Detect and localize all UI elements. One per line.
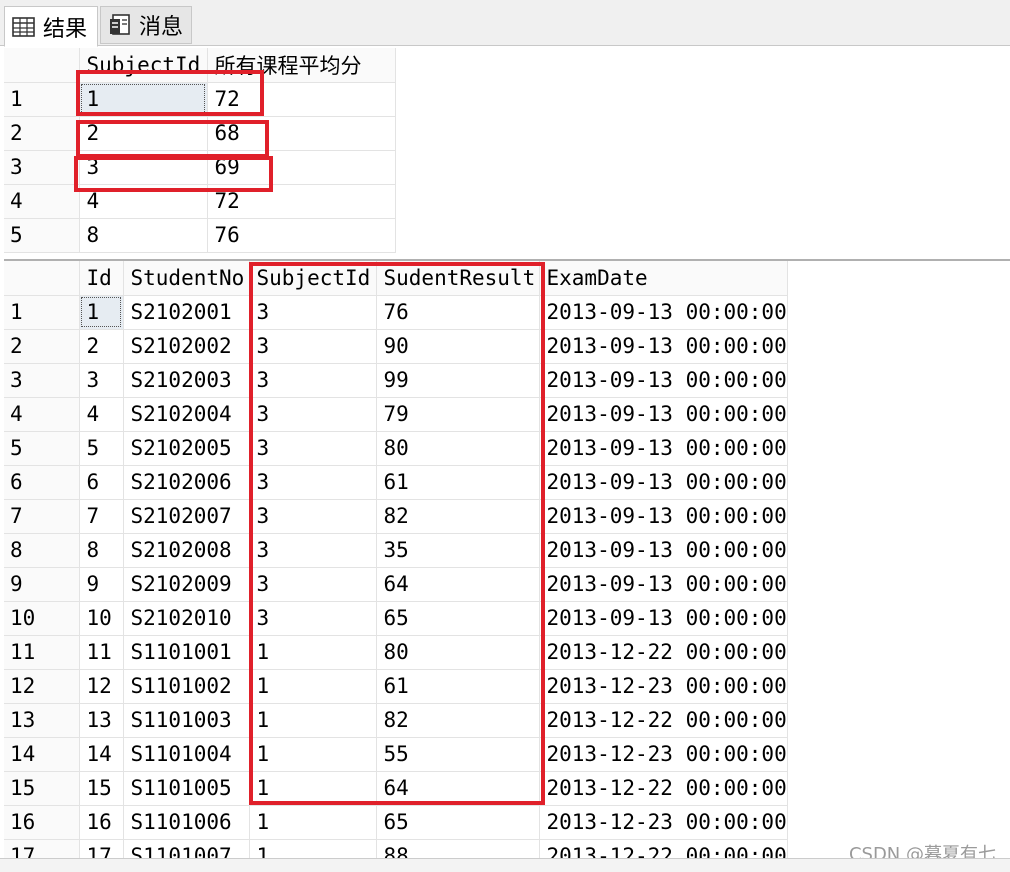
table-cell[interactable]: 2013-09-13 00:00:00 — [539, 363, 788, 398]
table-cell[interactable]: 14 — [79, 737, 124, 772]
row-number[interactable]: 16 — [4, 805, 80, 840]
tab-results-label: 结果 — [43, 16, 88, 42]
table-cell[interactable]: 2013-09-13 00:00:00 — [539, 601, 788, 636]
table-cell[interactable]: 2013-09-13 00:00:00 — [539, 329, 788, 364]
table-cell[interactable]: S1101005 — [123, 771, 250, 806]
table-cell[interactable]: 17 — [79, 839, 124, 858]
table-cell[interactable]: S2102009 — [123, 567, 250, 602]
highlight-box — [249, 262, 545, 805]
table-cell[interactable]: 11 — [79, 635, 124, 670]
table-cell[interactable]: 2013-12-23 00:00:00 — [539, 669, 788, 704]
table-cell[interactable]: 2013-12-23 00:00:00 — [539, 737, 788, 772]
table-cell[interactable]: 1 — [249, 839, 377, 858]
table-cell[interactable]: S1101007 — [123, 839, 250, 858]
table-cell[interactable]: 2013-12-22 00:00:00 — [539, 839, 788, 858]
table-cell[interactable]: 2013-09-13 00:00:00 — [539, 431, 788, 466]
table-cell[interactable]: S2102008 — [123, 533, 250, 568]
row-number[interactable]: 1 — [4, 82, 80, 117]
highlight-box — [74, 156, 273, 192]
messages-icon — [107, 13, 133, 37]
row-number[interactable]: 7 — [4, 499, 80, 534]
row-number-header — [4, 261, 80, 296]
table-cell[interactable]: 3 — [79, 363, 124, 398]
row-number[interactable]: 5 — [4, 218, 80, 253]
table-cell[interactable]: 1 — [249, 805, 377, 840]
result-tab-bar: 结果 消息 — [0, 0, 1010, 47]
column-header[interactable]: StudentNo — [123, 261, 250, 296]
column-header[interactable]: ExamDate — [539, 261, 788, 296]
row-number[interactable]: 14 — [4, 737, 80, 772]
table-row[interactable]: 16 16 S1101006 1 65 2013-12-23 00:00:00 — [4, 805, 788, 840]
table-cell[interactable]: 9 — [79, 567, 124, 602]
table-cell[interactable]: 2013-09-13 00:00:00 — [539, 499, 788, 534]
table-cell[interactable]: S2102005 — [123, 431, 250, 466]
row-number-header — [4, 48, 80, 83]
table-cell[interactable]: 2013-12-23 00:00:00 — [539, 805, 788, 840]
tab-messages-label: 消息 — [139, 15, 184, 40]
table-cell[interactable]: 10 — [79, 601, 124, 636]
table-cell[interactable]: S1101001 — [123, 635, 250, 670]
table-cell[interactable]: 7 — [79, 499, 124, 534]
row-number[interactable]: 3 — [4, 150, 80, 185]
row-number[interactable]: 8 — [4, 533, 80, 568]
table-cell[interactable]: 2013-09-13 00:00:00 — [539, 295, 788, 330]
highlight-box — [76, 70, 264, 116]
row-number[interactable]: 1 — [4, 295, 80, 330]
row-number[interactable]: 2 — [4, 329, 80, 364]
table-cell[interactable]: 88 — [376, 839, 540, 858]
row-number[interactable]: 10 — [4, 601, 80, 636]
table-cell[interactable]: S1101003 — [123, 703, 250, 738]
table-cell[interactable]: 8 — [79, 218, 208, 253]
table-cell[interactable]: S2102001 — [123, 295, 250, 330]
table-cell[interactable]: 2013-12-22 00:00:00 — [539, 635, 788, 670]
table-cell[interactable]: 2013-09-13 00:00:00 — [539, 567, 788, 602]
table-cell[interactable]: 2 — [79, 329, 124, 364]
column-header[interactable]: Id — [79, 261, 124, 296]
table-row[interactable]: 17 17 S1101007 1 88 2013-12-22 00:00:00 — [4, 839, 788, 858]
table-cell[interactable]: 2013-09-13 00:00:00 — [539, 465, 788, 500]
table-cell[interactable]: 2013-09-13 00:00:00 — [539, 397, 788, 432]
table-cell[interactable]: 15 — [79, 771, 124, 806]
row-number[interactable]: 4 — [4, 397, 80, 432]
grid-icon — [11, 15, 37, 39]
table-cell[interactable]: S1101006 — [123, 805, 250, 840]
row-number[interactable]: 15 — [4, 771, 80, 806]
table-row[interactable]: 5 8 76 — [4, 218, 396, 253]
table-cell[interactable]: 2013-12-22 00:00:00 — [539, 771, 788, 806]
table-cell[interactable]: 16 — [79, 805, 124, 840]
table-cell[interactable]: S2102003 — [123, 363, 250, 398]
row-number[interactable]: 12 — [4, 669, 80, 704]
row-number[interactable]: 5 — [4, 431, 80, 466]
table-cell[interactable]: 1 — [79, 295, 124, 330]
row-number[interactable]: 3 — [4, 363, 80, 398]
table-cell[interactable]: 13 — [79, 703, 124, 738]
table-cell[interactable]: S1101002 — [123, 669, 250, 704]
row-number[interactable]: 17 — [4, 839, 80, 858]
table-cell[interactable]: 2013-09-13 00:00:00 — [539, 533, 788, 568]
row-number[interactable]: 2 — [4, 116, 80, 151]
table-cell[interactable]: S2102006 — [123, 465, 250, 500]
table-cell[interactable]: 65 — [376, 805, 540, 840]
table-cell[interactable]: 4 — [79, 397, 124, 432]
table-cell[interactable]: 2013-12-22 00:00:00 — [539, 703, 788, 738]
table-cell[interactable]: S2102004 — [123, 397, 250, 432]
table-cell[interactable]: 12 — [79, 669, 124, 704]
status-bar — [0, 858, 1010, 872]
tab-results[interactable]: 结果 — [4, 6, 98, 47]
table-cell[interactable]: S2102007 — [123, 499, 250, 534]
table-cell[interactable]: S2102010 — [123, 601, 250, 636]
row-number[interactable]: 6 — [4, 465, 80, 500]
row-number[interactable]: 9 — [4, 567, 80, 602]
table-cell[interactable]: 5 — [79, 431, 124, 466]
table-cell[interactable]: 6 — [79, 465, 124, 500]
tab-messages[interactable]: 消息 — [100, 6, 192, 44]
row-number[interactable]: 11 — [4, 635, 80, 670]
row-number[interactable]: 13 — [4, 703, 80, 738]
table-cell[interactable]: S2102002 — [123, 329, 250, 364]
row-number[interactable]: 4 — [4, 184, 80, 219]
table-cell[interactable]: 8 — [79, 533, 124, 568]
table-cell[interactable]: S1101004 — [123, 737, 250, 772]
highlight-box — [76, 120, 269, 158]
table-cell[interactable]: 76 — [207, 218, 396, 253]
